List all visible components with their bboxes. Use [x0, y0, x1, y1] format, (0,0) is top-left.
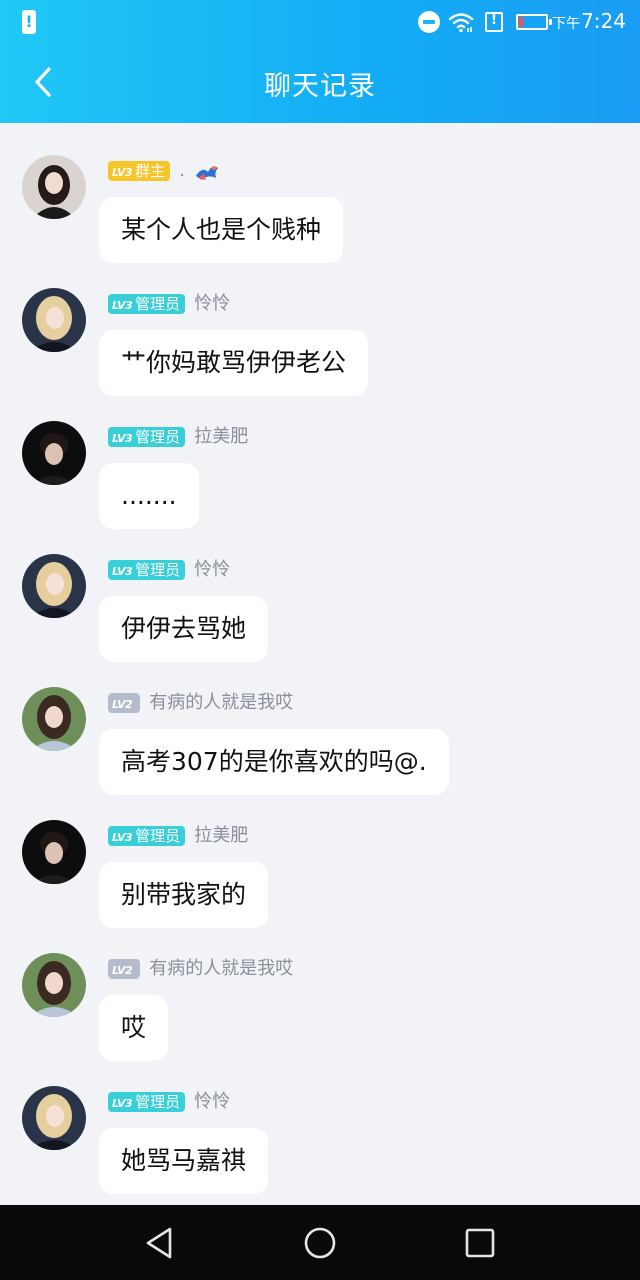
level-badge: LV3 管理员 [108, 294, 186, 314]
sender-meta: LV3 管理员 怜怜 [108, 293, 230, 317]
level-badge: LV3 管理员 [108, 1092, 186, 1112]
sender-meta: LV3 管理员 怜怜 [108, 1091, 230, 1115]
nav-back-icon[interactable] [140, 1225, 180, 1261]
sender-meta: LV3 管理员 拉美肥 [108, 426, 248, 450]
nav-home-icon[interactable] [300, 1225, 340, 1261]
sender-nickname[interactable]: 有病的人就是我哎 [149, 958, 293, 980]
dragon-icon [196, 166, 219, 180]
sender-meta: LV2 有病的人就是我哎 [108, 958, 293, 982]
level-badge: LV3 管理员 [108, 560, 186, 580]
chat-message: LV3 管理员 拉美肥 别带我家的 [0, 788, 640, 928]
avatar[interactable] [22, 1086, 86, 1150]
system-navigation-bar [0, 1205, 640, 1280]
chat-message: LV3 管理员 怜怜 她骂马嘉祺 [0, 1054, 640, 1194]
sender-meta: LV2 有病的人就是我哎 [108, 692, 293, 716]
message-bubble[interactable]: 艹你妈敢骂伊伊老公 [99, 330, 369, 396]
level-badge: LV3 管理员 [108, 826, 186, 846]
chat-message: LV3 群主 . 某个人也是个贱种 [0, 123, 640, 263]
chat-message: LV2 有病的人就是我哎 高考307的是你喜欢的吗@. [0, 655, 640, 795]
page-title: 聊天记录 [264, 71, 376, 102]
message-bubble[interactable]: 别带我家的 [99, 862, 269, 928]
chat-message: LV2 有病的人就是我哎 哎 [0, 921, 640, 1061]
avatar[interactable] [22, 155, 86, 219]
chat-message: LV3 管理员 怜怜 艹你妈敢骂伊伊老公 [0, 256, 640, 396]
avatar[interactable] [22, 288, 86, 352]
message-bubble[interactable]: ....... [99, 463, 199, 529]
sim-alert-icon [485, 12, 503, 32]
avatar[interactable] [22, 554, 86, 618]
sender-meta: LV3 管理员 拉美肥 [108, 825, 248, 849]
avatar[interactable] [22, 687, 86, 751]
sender-nickname[interactable]: 怜怜 [194, 1091, 230, 1113]
avatar[interactable] [22, 820, 86, 884]
sender-meta: LV3 群主 . [108, 160, 220, 184]
chat-message: LV3 管理员 怜怜 伊伊去骂她 [0, 522, 640, 662]
notification-alert-icon [22, 10, 36, 34]
status-bar: 下午7:24 [0, 0, 640, 44]
do-not-disturb-icon [418, 11, 440, 33]
sender-nickname[interactable]: 怜怜 [194, 559, 230, 581]
sender-nickname[interactable]: 怜怜 [194, 293, 230, 315]
sender-meta: LV3 管理员 怜怜 [108, 559, 230, 583]
chat-message: LV3 管理员 拉美肥 ....... [0, 389, 640, 529]
wifi-icon [448, 13, 474, 33]
level-badge: LV2 [108, 959, 141, 979]
avatar[interactable] [22, 953, 86, 1017]
nav-recents-icon[interactable] [460, 1225, 500, 1261]
message-bubble[interactable]: 某个人也是个贱种 [99, 197, 344, 263]
header-bar: 下午7:24 聊天记录 [0, 0, 640, 123]
level-badge: LV2 [108, 693, 141, 713]
message-bubble[interactable]: 她骂马嘉祺 [99, 1128, 269, 1194]
level-badge: LV3 群主 [108, 161, 171, 181]
message-bubble[interactable]: 高考307的是你喜欢的吗@. [99, 729, 449, 795]
sender-nickname[interactable]: 拉美肥 [194, 825, 248, 847]
status-time: 下午7:24 [552, 9, 626, 33]
chat-history-list[interactable]: LV3 群主 . 某个人也是个贱种 LV3 管理员 怜怜 艹你妈敢骂伊伊老公 L… [0, 123, 640, 1205]
sender-nickname[interactable]: . [179, 160, 185, 182]
sender-nickname[interactable]: 有病的人就是我哎 [149, 692, 293, 714]
battery-icon [516, 14, 552, 30]
level-badge: LV3 管理员 [108, 427, 186, 447]
message-bubble[interactable]: 伊伊去骂她 [99, 596, 269, 662]
avatar[interactable] [22, 421, 86, 485]
sender-nickname[interactable]: 拉美肥 [194, 426, 248, 448]
message-bubble[interactable]: 哎 [99, 995, 169, 1061]
